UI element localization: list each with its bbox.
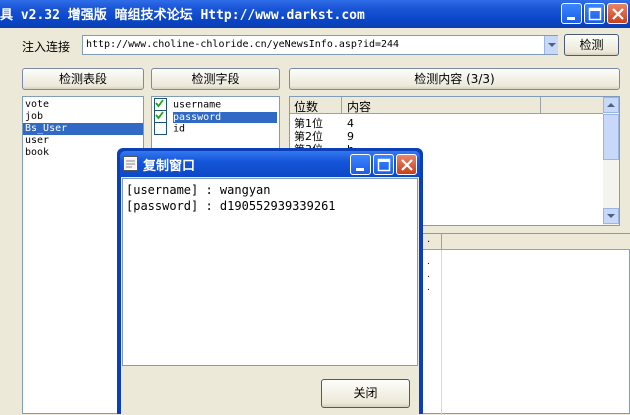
field-label: username <box>173 99 222 111</box>
result-cell: . <box>427 283 430 293</box>
content-scrollbar[interactable] <box>603 97 619 225</box>
content-grid-header: 位数 内容 <box>290 97 603 114</box>
dialog-line: [password] : d190552939339261 <box>126 199 336 213</box>
url-input[interactable]: http://www.choline-chloride.cn/yeNewsInf… <box>86 39 399 50</box>
field-label-selected: password <box>173 111 278 123</box>
result-cell: . <box>427 257 430 267</box>
detect-content-button[interactable]: 检测内容 (3/3) <box>289 68 620 90</box>
minimize-button[interactable] <box>561 3 582 24</box>
row-position: 第1位 <box>294 117 323 130</box>
maximize-icon <box>377 158 391 172</box>
maximize-icon <box>588 7 602 21</box>
scroll-up-button[interactable] <box>603 97 619 113</box>
detect-tables-button[interactable]: 检测表段 <box>22 68 144 90</box>
scroll-down-button[interactable] <box>603 208 619 224</box>
dialog-title-bar: 复制窗口 <box>120 151 420 177</box>
column-divider <box>441 234 442 250</box>
column-divider <box>441 250 442 415</box>
dialog-close-icon-button[interactable] <box>396 154 417 175</box>
url-combobox[interactable]: http://www.choline-chloride.cn/yeNewsInf… <box>82 35 558 55</box>
close-window-button[interactable] <box>607 3 628 24</box>
result-header-cell: . <box>427 234 431 245</box>
minimize-icon <box>567 17 575 20</box>
check-icon <box>155 111 164 120</box>
checkbox-unchecked[interactable] <box>154 122 167 135</box>
column-divider <box>341 97 342 113</box>
field-item[interactable]: password <box>152 110 279 123</box>
list-item[interactable]: user <box>23 135 143 147</box>
app-icon-glyph <box>125 158 136 169</box>
url-dropdown-button[interactable] <box>544 36 558 54</box>
scroll-thumb[interactable] <box>603 114 619 160</box>
minimize-icon <box>356 168 364 171</box>
title-bar: 具 v2.32 增强版 暗组技术论坛 Http://www.darkst.com <box>0 0 630 28</box>
close-icon <box>612 8 624 20</box>
list-item[interactable]: job <box>23 111 143 123</box>
detect-button[interactable]: 检测 <box>564 34 619 56</box>
window-title: 具 v2.32 增强版 暗组技术论坛 Http://www.darkst.com <box>0 8 365 23</box>
dialog-textarea[interactable]: [username] : wangyan [password] : d19055… <box>122 178 418 366</box>
column-header-content: 内容 <box>347 100 372 114</box>
check-icon <box>155 99 164 108</box>
maximize-button[interactable] <box>584 3 605 24</box>
row-position: 第2位 <box>294 130 323 143</box>
result-cell: . <box>427 270 430 280</box>
row-value: 9 <box>347 130 354 143</box>
field-item[interactable]: id <box>152 122 279 135</box>
dialog-close-button[interactable]: 关闭 <box>321 379 410 408</box>
chevron-down-icon <box>548 43 556 47</box>
app-icon <box>123 156 138 171</box>
dialog-minimize-button[interactable] <box>350 154 371 175</box>
detect-fields-button[interactable]: 检测字段 <box>151 68 280 90</box>
list-item-selected[interactable]: Bs_User <box>23 123 143 135</box>
table-row: 第2位 <box>294 130 323 143</box>
arrow-up-icon <box>607 103 615 107</box>
field-item[interactable]: username <box>152 98 279 111</box>
close-icon <box>401 159 413 171</box>
column-header-position: 位数 <box>294 100 319 114</box>
column-divider <box>540 97 541 113</box>
arrow-down-icon <box>607 214 615 218</box>
field-label: id <box>173 123 186 135</box>
dialog-line: [username] : wangyan <box>126 183 271 197</box>
table-row: 第1位 <box>294 117 323 130</box>
list-item[interactable]: vote <box>23 99 143 111</box>
dialog-maximize-button[interactable] <box>373 154 394 175</box>
fields-list[interactable]: username password id <box>151 96 280 156</box>
inject-label: 注入连接 <box>22 40 71 54</box>
row-value: 4 <box>347 117 354 130</box>
dialog-title: 复制窗口 <box>143 159 196 174</box>
